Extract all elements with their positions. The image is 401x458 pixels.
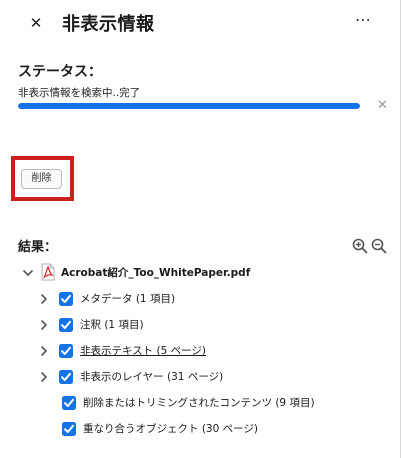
tree-item-label: 重なり合うオブジェクト (30 ページ) — [83, 423, 259, 435]
tree-row-item: 重なり合うオブジェクト (30 ページ) — [0, 419, 390, 439]
tree-row-item: 非表示のレイヤー (31 ページ) — [0, 367, 390, 387]
chevron-right-icon[interactable] — [38, 371, 50, 383]
progress-bar — [18, 103, 360, 109]
pdf-file-icon — [41, 263, 55, 281]
checkbox-checked-icon[interactable] — [62, 422, 76, 436]
chevron-right-icon[interactable] — [38, 293, 50, 305]
tree-item-link[interactable]: 非表示テキスト (5 ページ) — [80, 343, 206, 358]
chevron-down-icon[interactable] — [22, 267, 34, 279]
checkbox-checked-icon[interactable] — [59, 318, 73, 332]
panel-header: ✕ 非表示情報 ⋯ — [0, 0, 400, 46]
checkbox-checked-icon[interactable] — [59, 344, 73, 358]
results-label: 結果： — [18, 240, 58, 255]
tree-row-item: メタデータ (1 項目) — [0, 289, 390, 309]
tree-item-label: メタデータ (1 項目) — [80, 293, 176, 305]
status-text: 非表示情報を検索中..完了 — [18, 87, 141, 99]
chevron-right-icon[interactable] — [38, 345, 50, 357]
file-name: Acrobat紹介_Too_WhitePaper.pdf — [61, 267, 251, 279]
tree-row-item: 注釈 (1 項目) — [0, 315, 390, 335]
progress-bar-fill — [18, 103, 360, 109]
zoom-in-icon[interactable] — [352, 238, 368, 254]
close-icon[interactable]: ✕ — [29, 14, 43, 32]
tree-item-label: 削除またはトリミングされたコンテンツ (9 項目) — [83, 397, 315, 409]
tree-row-file: Acrobat紹介_Too_WhitePaper.pdf — [0, 263, 390, 283]
more-options-icon[interactable]: ⋯ — [355, 10, 372, 29]
status-label: ステータス： — [18, 64, 102, 80]
tree-item-label: 注釈 (1 項目) — [80, 319, 144, 331]
tree-row-item: 削除またはトリミングされたコンテンツ (9 項目) — [0, 393, 390, 413]
checkbox-checked-icon[interactable] — [59, 292, 73, 306]
checkbox-checked-icon[interactable] — [62, 396, 76, 410]
tree-item-label: 非表示のレイヤー (31 ページ) — [80, 371, 224, 383]
delete-button[interactable]: 削除 — [21, 169, 62, 189]
panel-title: 非表示情報 — [62, 14, 155, 35]
chevron-right-icon[interactable] — [38, 319, 50, 331]
zoom-out-icon[interactable] — [371, 238, 387, 254]
cancel-search-icon[interactable]: ✕ — [377, 98, 388, 113]
tree-row-item: 非表示テキスト (5 ページ) — [0, 341, 390, 361]
checkbox-checked-icon[interactable] — [59, 370, 73, 384]
